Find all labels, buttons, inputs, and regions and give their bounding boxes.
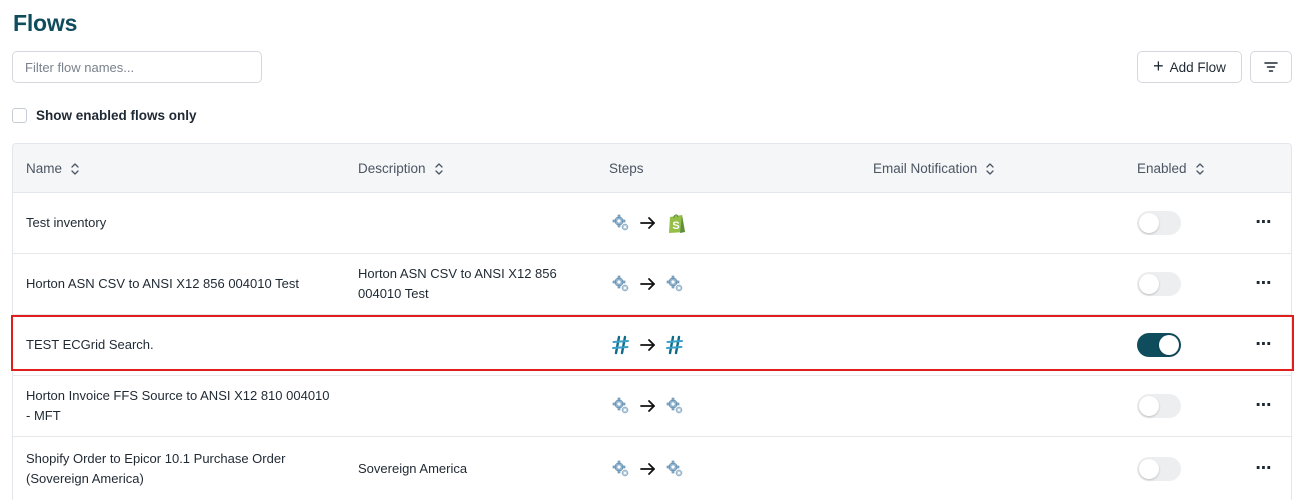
gear-icon [611, 459, 631, 479]
flow-steps [611, 437, 685, 500]
column-label: Email Notification [873, 161, 978, 176]
ecgrid-icon [611, 335, 631, 355]
table-row[interactable]: Horton Invoice FFS Source to ANSI X12 81… [13, 376, 1291, 437]
table-header: Name Description Steps Email Notificatio… [13, 144, 1291, 193]
flow-name: TEST ECGrid Search. [26, 337, 154, 352]
toggle-knob [1139, 396, 1159, 416]
column-label: Description [358, 161, 426, 176]
column-label: Name [26, 161, 63, 176]
sort-icon [434, 162, 443, 175]
more-options-icon[interactable]: ⋯ [1253, 376, 1275, 436]
table-row[interactable]: Horton ASN CSV to ANSI X12 856 004010 Te… [13, 254, 1291, 315]
enabled-toggle[interactable] [1137, 211, 1181, 235]
show-enabled-label: Show enabled flows only [36, 108, 197, 123]
enabled-cell [1137, 193, 1181, 253]
enabled-cell [1137, 254, 1181, 314]
sort-icon [71, 162, 79, 175]
show-enabled-checkbox[interactable] [12, 108, 27, 123]
flow-name: Test inventory [26, 215, 107, 230]
arrow-right-icon [640, 278, 655, 290]
flow-steps [611, 254, 685, 314]
flow-description [358, 315, 588, 375]
flow-description: Sovereign America [358, 460, 468, 476]
sort-icon [986, 162, 994, 175]
table-row[interactable]: TEST ECGrid Search. ⋯ [13, 315, 1291, 376]
flow-steps: S [611, 193, 689, 253]
shopify-icon: S [665, 211, 689, 235]
flow-description [358, 376, 588, 436]
plus-icon: + [1153, 56, 1164, 76]
filter-input[interactable] [12, 51, 262, 83]
svg-text:S: S [672, 220, 679, 232]
table-row[interactable]: Test inventory S ⋯ [13, 193, 1291, 254]
arrow-right-icon [640, 400, 655, 412]
column-label: Enabled [1137, 161, 1187, 176]
gear-icon [665, 396, 685, 416]
page-title: Flows [13, 10, 78, 36]
more-options-icon[interactable]: ⋯ [1253, 315, 1275, 375]
table-body: Test inventory S ⋯ Horton ASN CSV to ANSI X… [13, 193, 1291, 500]
enabled-cell [1137, 376, 1181, 436]
flow-steps [611, 315, 685, 375]
more-options-icon[interactable]: ⋯ [1253, 193, 1275, 253]
show-enabled-toggle[interactable]: Show enabled flows only [12, 108, 197, 123]
gear-icon [611, 396, 631, 416]
flow-name: Horton Invoice FFS Source to ANSI X12 81… [26, 388, 330, 423]
enabled-toggle[interactable] [1137, 456, 1181, 481]
filter-options-button[interactable] [1250, 51, 1292, 83]
flow-name: Shopify Order to Epicor 10.1 Purchase Or… [26, 450, 286, 486]
flows-table: Name Description Steps Email Notificatio… [12, 143, 1292, 500]
column-header-enabled[interactable]: Enabled [1137, 144, 1205, 193]
gear-icon [665, 459, 685, 479]
column-header-steps: Steps [609, 144, 644, 193]
gear-icon [611, 213, 631, 233]
flow-steps [611, 376, 685, 436]
column-label: Steps [609, 161, 644, 176]
more-options-icon[interactable]: ⋯ [1253, 437, 1275, 500]
toggle-knob [1139, 274, 1159, 294]
ecgrid-icon [665, 335, 685, 355]
add-flow-button[interactable]: + Add Flow [1137, 51, 1242, 83]
arrow-right-icon [640, 217, 655, 229]
column-header-name[interactable]: Name [26, 144, 80, 193]
flow-description: Horton ASN CSV to ANSI X12 856 004010 Te… [358, 266, 557, 301]
table-row[interactable]: Shopify Order to Epicor 10.1 Purchase Or… [13, 437, 1291, 500]
enabled-cell [1137, 315, 1181, 375]
more-options-icon[interactable]: ⋯ [1253, 254, 1275, 314]
toggle-knob [1139, 458, 1159, 479]
arrow-right-icon [640, 462, 655, 475]
toggle-knob [1139, 213, 1159, 233]
enabled-cell [1137, 437, 1181, 500]
enabled-toggle[interactable] [1137, 333, 1181, 357]
column-header-description[interactable]: Description [358, 144, 444, 193]
gear-icon [611, 274, 631, 294]
toggle-knob [1159, 335, 1179, 355]
flow-description [358, 193, 588, 253]
flow-name: Horton ASN CSV to ANSI X12 856 004010 Te… [26, 276, 299, 291]
column-header-email-notification[interactable]: Email Notification [873, 144, 995, 193]
gear-icon [665, 274, 685, 294]
add-flow-label: Add Flow [1169, 59, 1226, 75]
arrow-right-icon [640, 339, 655, 351]
sort-icon [1195, 162, 1204, 175]
enabled-toggle[interactable] [1137, 272, 1181, 296]
enabled-toggle[interactable] [1137, 394, 1181, 418]
filter-icon [1264, 62, 1278, 72]
